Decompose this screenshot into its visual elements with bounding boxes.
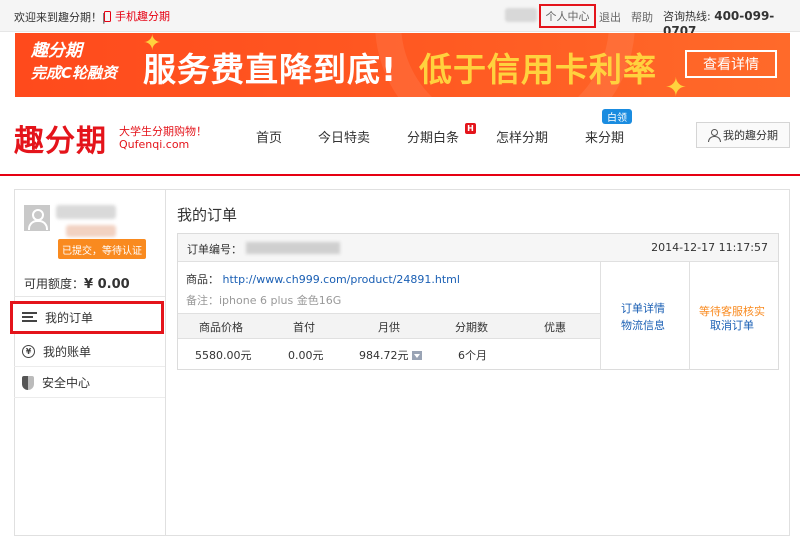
mobile-app-label: 手机趣分期: [115, 10, 170, 23]
credit-label: 可用额度：: [24, 277, 85, 291]
shield-icon: [22, 375, 34, 390]
order-header: 订单编号： 2014-12-17 11:17:57: [178, 234, 778, 262]
sidebar-item-bills[interactable]: ¥ 我的账单: [14, 337, 165, 367]
nav-installment-iou[interactable]: 分期白条: [407, 127, 459, 146]
column-header: 优惠: [544, 321, 566, 334]
sidebar-item-label: 安全中心: [42, 376, 91, 390]
goods-line: 商品： http://www.ch999.com/product/24891.h…: [186, 271, 460, 287]
top-bar: 欢迎来到趣分期！| 手机趣分期 个人中心 退出 帮助 咨询热线: 400-099…: [0, 0, 800, 38]
banner-brand: 趣分期: [31, 41, 82, 61]
divider: [600, 262, 601, 370]
status-badge: 已提交，等待认证: [58, 239, 146, 259]
slogan: 大学生分期购物！: [119, 125, 207, 138]
avatar: [24, 205, 50, 231]
order-details-link[interactable]: 订单详情: [621, 300, 665, 316]
site-logo[interactable]: 趣分期: [14, 116, 107, 160]
down-payment-cell: 0.00元: [288, 349, 324, 362]
sidebar-item-orders[interactable]: 我的订单: [10, 301, 164, 334]
banner-funding: 完成C轮融资: [31, 64, 118, 82]
column-header: 首付: [293, 321, 315, 334]
nav-come-installment[interactable]: 来分期: [585, 127, 624, 146]
monthly-payment-value: 984.72元: [359, 349, 409, 362]
logout-link[interactable]: 退出: [599, 9, 621, 25]
cancel-order-link[interactable]: 取消订单: [710, 317, 754, 333]
help-link[interactable]: 帮助: [631, 9, 653, 25]
banner-headline: 服务费直降到底!: [143, 50, 398, 89]
monthly-payment-cell: 984.72元: [359, 347, 422, 363]
column-header: 月供: [378, 321, 400, 334]
goods-link[interactable]: http://www.ch999.com/product/24891.html: [223, 273, 460, 286]
order-remark: 备注：iphone 6 plus 金色16G: [186, 294, 342, 307]
mobile-app-link[interactable]: 手机趣分期: [104, 8, 170, 24]
nav-home[interactable]: 首页: [256, 127, 282, 146]
personal-center-link[interactable]: 个人中心: [539, 4, 596, 28]
goods-label: 商品：: [186, 273, 219, 286]
column-header: 分期数: [455, 321, 488, 334]
divider: [689, 262, 690, 370]
hotline-label: 咨询热线:: [663, 10, 711, 23]
nav-how-to[interactable]: 怎样分期: [496, 127, 548, 146]
banner-highlight: 低于信用卡利率: [419, 50, 657, 89]
logistics-link[interactable]: 物流信息: [621, 317, 665, 333]
page-title: 我的订单: [177, 206, 238, 224]
site-header: 趣分期 大学生分期购物！ Qufenqi.com 首页 今日特卖 分期白条 H …: [0, 100, 800, 176]
white-collar-badge: 白领: [602, 109, 632, 124]
order-number-label: 订单编号：: [187, 243, 242, 256]
price-cell: 5580.00元: [195, 349, 252, 362]
yen-icon: ¥: [22, 345, 35, 358]
nav-daily-sale[interactable]: 今日特卖: [318, 127, 370, 146]
promo-banner[interactable]: ✦ ✦ 趣分期 完成C轮融资 服务费直降到底! 低于信用卡利率 查看详情: [15, 33, 790, 97]
chevron-down-icon[interactable]: [411, 351, 422, 360]
user-info-blurred: [66, 225, 116, 237]
installments-cell: 6个月: [458, 349, 487, 362]
hot-badge: H: [465, 123, 476, 134]
sidebar-item-label: 我的订单: [45, 311, 94, 325]
phone-icon: [104, 10, 111, 22]
divider: [14, 296, 165, 297]
sidebar: 已提交，等待认证 可用额度：¥ 0.00 我的订单 ¥ 我的账单 安全中心: [10, 189, 166, 536]
list-icon: [22, 312, 37, 323]
my-account-label: 我的趣分期: [723, 129, 778, 142]
credit-value: ¥ 0.00: [84, 277, 130, 292]
welcome-text: 欢迎来到趣分期！|: [14, 11, 106, 24]
star-icon: ✦: [665, 73, 687, 97]
column-header: 商品价格: [199, 321, 243, 334]
sidebar-item-security[interactable]: 安全中心: [14, 368, 165, 398]
username-blurred: [505, 8, 537, 22]
banner-details-button[interactable]: 查看详情: [685, 50, 777, 78]
username-blurred: [56, 205, 116, 219]
credit-line: 可用额度：¥ 0.00: [24, 275, 130, 292]
order-time: 2014-12-17 11:17:57: [651, 241, 768, 254]
slogan-domain: Qufenqi.com: [119, 138, 190, 151]
sidebar-item-label: 我的账单: [43, 345, 92, 359]
order-number-blurred: [246, 242, 340, 254]
my-account-button[interactable]: 我的趣分期: [696, 122, 790, 148]
user-icon: [708, 129, 721, 142]
order-card: 订单编号： 2014-12-17 11:17:57 商品： http://www…: [177, 233, 779, 370]
